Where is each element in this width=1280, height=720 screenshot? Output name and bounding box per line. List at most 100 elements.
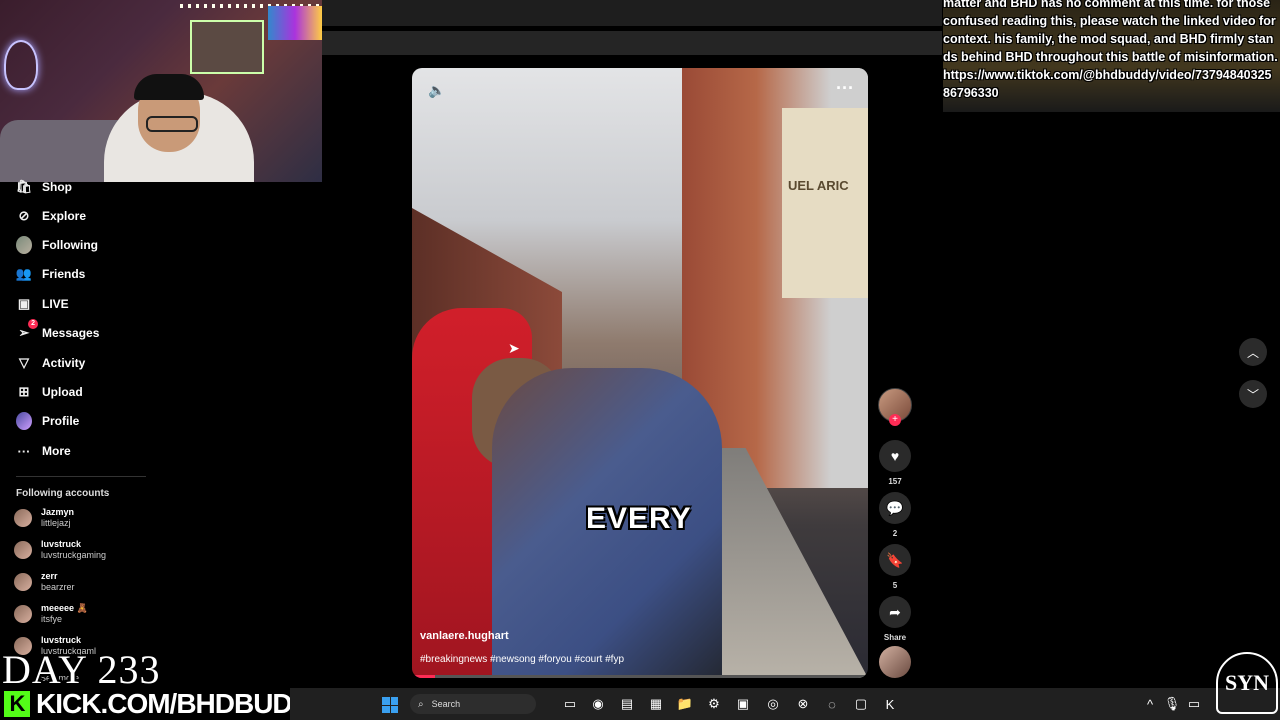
live-icon: ▣ xyxy=(17,296,31,311)
save-button[interactable]: 🔖 xyxy=(879,544,911,576)
account-handle: bearzrer xyxy=(41,582,75,592)
sidebar-item-label: Messages xyxy=(42,326,100,340)
folder-icon[interactable]: 📁 xyxy=(675,694,695,714)
day-counter: DAY 233 xyxy=(2,647,161,692)
sidebar-item-live[interactable]: ▣ LIVE xyxy=(16,293,69,315)
avatar xyxy=(14,509,32,527)
progress-fill xyxy=(412,675,435,678)
sidebar-item-label: Following xyxy=(42,238,98,252)
video-player[interactable]: UEL ARIC EVERY 🔈 ··· vanlaere.hughart #b… xyxy=(412,68,868,678)
kick-banner: K KICK.COM/BHDBUDDY xyxy=(0,688,330,720)
microphone-icon[interactable]: 🎙 xyxy=(1162,694,1182,714)
banner-text: UEL ARIC xyxy=(788,178,849,193)
next-video-button[interactable]: ﹀ xyxy=(1239,380,1267,408)
edge-icon[interactable]: ◉ xyxy=(588,694,608,714)
monitor xyxy=(268,6,322,40)
xbox-icon[interactable]: ⊗ xyxy=(793,694,813,714)
account-name: zerr xyxy=(41,571,58,581)
account-name: meeeee 🧸 xyxy=(41,603,88,613)
sidebar-item-label: More xyxy=(42,444,71,458)
avatar xyxy=(14,541,32,559)
sidebar: 🛍 Shop ⊘ Explore Following 👥 Friends ▣ L… xyxy=(0,176,330,683)
avatar xyxy=(14,605,32,623)
webcam-overlay xyxy=(0,0,322,182)
more-options-icon[interactable]: ··· xyxy=(836,78,854,99)
windows-start-icon[interactable] xyxy=(382,697,398,713)
avatar xyxy=(14,573,32,591)
chevron-up-icon[interactable]: ^ xyxy=(1140,694,1160,714)
people-icon: 👥 xyxy=(15,266,33,281)
messages-badge: 2 xyxy=(28,319,38,329)
search-icon: ⌕ xyxy=(418,698,424,710)
divider xyxy=(16,476,146,477)
following-accounts-title: Following accounts xyxy=(16,488,110,499)
sidebar-item-friends[interactable]: 👥 Friends xyxy=(16,263,85,285)
like-button[interactable]: ♥ xyxy=(879,440,911,472)
share-button[interactable]: ➦ xyxy=(879,596,911,628)
share-icon: ➦ xyxy=(889,603,901,620)
avatar-icon xyxy=(16,412,32,430)
following-account[interactable]: meeeee 🧸 itsfye xyxy=(14,600,88,628)
chevron-down-icon: ﹀ xyxy=(1246,387,1259,402)
app-icon[interactable]: ◌ xyxy=(822,694,842,714)
save-count: 5 xyxy=(892,581,898,590)
account-handle: luvstruckgaming xyxy=(41,550,107,560)
paper-plane-icon: ➢ 2 xyxy=(16,319,38,341)
neon-sign xyxy=(4,40,38,90)
heart-icon: ♥ xyxy=(890,448,900,464)
following-account[interactable]: zerr bearzrer xyxy=(14,568,75,596)
video-author[interactable]: vanlaere.hughart xyxy=(420,630,509,642)
store-icon[interactable]: ▣ xyxy=(733,694,753,714)
sidebar-item-label: Upload xyxy=(42,385,83,399)
channel-logo: SYN xyxy=(1216,652,1278,714)
account-name: luvstruck xyxy=(41,539,82,549)
shop-icon: 🛍 xyxy=(15,179,33,194)
app-icon[interactable]: ▤ xyxy=(617,694,637,714)
browser-toolbar xyxy=(322,31,942,55)
mouse-cursor-icon: ➤ xyxy=(508,340,520,356)
avatar-icon xyxy=(16,236,32,254)
account-name: luvstruck xyxy=(41,635,82,645)
sidebar-item-label: Shop xyxy=(42,180,72,194)
following-account[interactable]: luvstruck luvstruckgaming xyxy=(14,536,106,564)
streamer-glasses xyxy=(146,116,198,132)
streamer-cap xyxy=(134,74,204,100)
statement-text: matter and BHD has no comment at this ti… xyxy=(943,0,1278,100)
chrome-icon[interactable]: ◎ xyxy=(763,694,783,714)
sidebar-item-label: Profile xyxy=(42,414,80,428)
sidebar-item-activity[interactable]: ▽ Activity xyxy=(16,352,85,374)
kick-app-icon[interactable]: K xyxy=(880,694,900,714)
following-account[interactable]: Jazmyn littlejazj xyxy=(14,504,74,532)
sidebar-item-label: Activity xyxy=(42,356,86,370)
ellipsis-icon: ··· xyxy=(17,443,31,459)
sidebar-item-following[interactable]: Following xyxy=(16,234,98,256)
sidebar-item-upload[interactable]: ⊞ Upload xyxy=(16,381,83,403)
display-icon[interactable]: ▭ xyxy=(1184,694,1204,714)
video-caption: EVERY xyxy=(586,502,692,535)
account-name: Jazmyn xyxy=(41,507,75,517)
taskbar: ⌕ Search ▭ ◉ ▤ ▦ 📁 ⚙ ▣ ◎ ⊗ ◌ ▢ K ^ 🎙 ▭ xyxy=(290,688,1280,720)
app-icon[interactable]: ▢ xyxy=(851,694,871,714)
kick-logo-icon: K xyxy=(4,691,30,717)
previous-video-button[interactable]: ︿ xyxy=(1239,338,1267,366)
comment-icon: 💬 xyxy=(886,499,904,516)
account-handle: littlejazj xyxy=(41,518,71,528)
excel-icon[interactable]: ▦ xyxy=(646,694,666,714)
sidebar-item-messages[interactable]: ➢ 2 Messages xyxy=(16,319,100,344)
taskbar-search[interactable]: ⌕ Search xyxy=(410,694,536,714)
sidebar-item-label: Explore xyxy=(42,209,87,223)
sidebar-item-shop[interactable]: 🛍 Shop xyxy=(16,176,72,198)
sidebar-item-more[interactable]: ··· More xyxy=(16,440,71,462)
video-hashtags[interactable]: #breakingnews #newsong #foryou #court #f… xyxy=(420,654,624,665)
comment-button[interactable]: 💬 xyxy=(879,492,911,524)
video-progress-bar[interactable] xyxy=(412,675,868,678)
sidebar-item-explore[interactable]: ⊘ Explore xyxy=(16,205,86,227)
music-disc[interactable] xyxy=(879,646,911,678)
task-view-icon[interactable]: ▭ xyxy=(560,694,580,714)
settings-icon[interactable]: ⚙ xyxy=(704,694,724,714)
like-count: 157 xyxy=(888,477,902,486)
sidebar-item-profile[interactable]: Profile xyxy=(16,410,79,432)
kick-url: KICK.COM/BHDBUDDY xyxy=(36,688,330,719)
volume-icon[interactable]: 🔈 xyxy=(428,82,445,99)
follow-plus-icon[interactable]: + xyxy=(889,414,901,426)
